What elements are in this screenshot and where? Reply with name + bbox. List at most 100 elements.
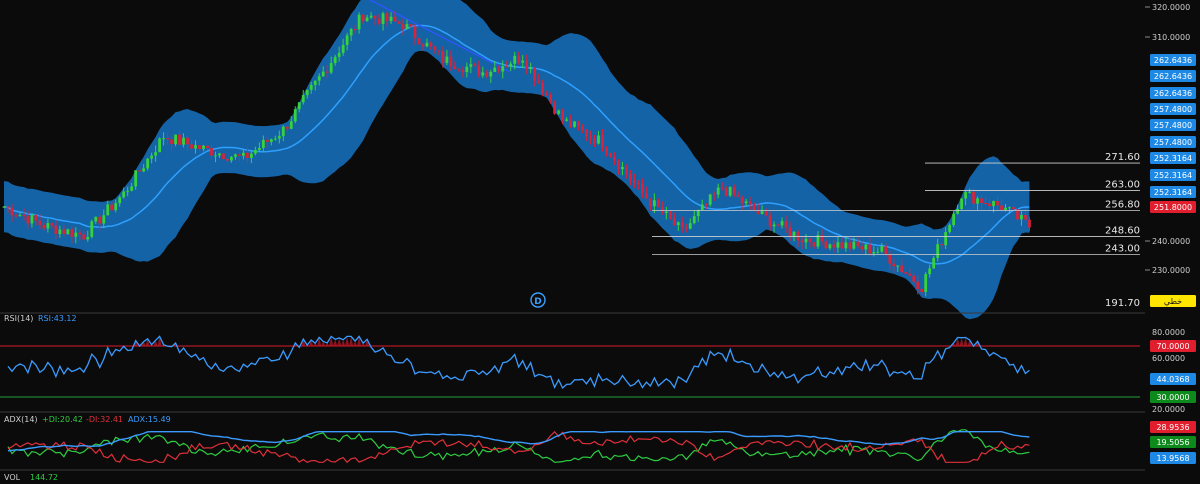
candle-body <box>34 215 38 221</box>
candle-body <box>94 216 98 222</box>
candle-body <box>401 23 405 30</box>
candle-body <box>158 138 162 153</box>
candle-body <box>924 274 928 293</box>
candle-body <box>481 72 485 76</box>
candle-body <box>261 139 265 148</box>
candle-body <box>1020 214 1023 220</box>
level-label: 263.00 <box>1105 180 1140 191</box>
candle-body <box>369 15 373 18</box>
candle-body <box>174 134 177 145</box>
price-badge: 252.3164 <box>1154 154 1192 163</box>
candle-body <box>357 14 361 30</box>
candle-body <box>744 201 748 204</box>
price-badge: 257.4800 <box>1154 138 1192 147</box>
candle-body <box>377 18 381 24</box>
candle-body <box>393 16 397 22</box>
candle-body <box>872 251 876 254</box>
candle-body <box>198 145 201 149</box>
candle-body <box>465 66 469 73</box>
candle-body <box>629 174 632 180</box>
candle-body <box>908 273 912 276</box>
price-axis: 320.0000 310.0000 240.0000 230.0000 262.6436… <box>1145 3 1196 307</box>
rsi-panel: RSI(14) RSI:43.12 80.0000 60.0000 20.0000 7… <box>0 314 1196 414</box>
price-badge: 252.3164 <box>1154 171 1192 180</box>
candle-body <box>126 190 130 192</box>
candle-body <box>840 242 844 249</box>
candle-body <box>349 29 353 36</box>
candle-body <box>680 222 684 228</box>
adx-title: ADX(14) <box>4 415 38 424</box>
candle-body <box>700 204 704 211</box>
candle-body <box>844 242 848 249</box>
candle-body <box>102 215 106 224</box>
candle-body <box>214 155 217 157</box>
candle-body <box>114 203 118 211</box>
candle-body <box>118 197 122 204</box>
candle-body <box>449 56 453 67</box>
candle-body <box>589 136 592 138</box>
candle-body <box>138 170 142 172</box>
candle-body <box>748 201 752 204</box>
candle-body <box>469 64 473 67</box>
candle-body <box>150 155 154 159</box>
rsi-lower-badge: 30.0000 <box>1156 393 1189 402</box>
candle-body <box>637 183 640 185</box>
candle-body <box>501 66 505 72</box>
candle-body <box>597 135 600 144</box>
candle-body <box>764 211 768 216</box>
candle-body <box>485 72 489 77</box>
candle-body <box>557 110 561 114</box>
candle-body <box>565 119 568 121</box>
candle-body <box>553 102 557 114</box>
adx-badge: 13.9568 <box>1156 454 1189 463</box>
candle-body <box>756 210 760 214</box>
volume-title: VOL <box>4 473 21 482</box>
candle-body <box>134 170 138 187</box>
price-badge: 262.6436 <box>1154 56 1192 65</box>
candle-body <box>110 204 114 211</box>
candle-body <box>728 187 732 196</box>
volume-panel: VOL 144.72 <box>4 473 58 482</box>
candle-body <box>273 138 277 140</box>
candle-body <box>82 234 86 240</box>
candle-body <box>517 55 521 63</box>
candle-body <box>956 209 960 214</box>
candle-body <box>313 80 317 85</box>
axis-tick-label: 320.0000 <box>1152 3 1190 12</box>
candle-body <box>142 168 146 172</box>
candle-body <box>688 223 692 229</box>
candle-body <box>293 109 297 122</box>
candle-body <box>648 198 652 207</box>
candle-body <box>948 225 952 233</box>
candle-body <box>521 60 525 63</box>
candle-body <box>676 222 680 225</box>
candle-body <box>772 224 776 227</box>
candle-body <box>226 159 229 161</box>
rsi-tick-label: 80.0000 <box>1152 328 1185 337</box>
candle-body <box>433 46 437 51</box>
candle-body <box>50 223 54 226</box>
candle-body <box>944 232 948 246</box>
adx-badge: 19.5056 <box>1156 438 1189 447</box>
candle-body <box>964 192 967 199</box>
candle-body <box>896 265 900 267</box>
candle-body <box>852 241 856 249</box>
candle-body <box>397 21 401 24</box>
candle-body <box>808 238 812 243</box>
candle-body <box>6 206 10 208</box>
candle-body <box>321 71 325 77</box>
rsi-tick-label: 60.0000 <box>1152 354 1185 363</box>
candle-body <box>796 231 800 241</box>
candle-body <box>78 232 82 235</box>
candle-body <box>353 29 357 31</box>
candle-body <box>62 229 66 234</box>
candle-body <box>720 187 724 189</box>
candle-body <box>26 216 30 224</box>
candle-body <box>345 35 349 45</box>
candle-body <box>617 160 620 170</box>
candle-body <box>625 166 628 175</box>
candle-body <box>170 139 173 145</box>
candle-body <box>900 265 904 273</box>
rsi-overbought-fill <box>133 336 980 346</box>
candle-body <box>222 153 225 160</box>
